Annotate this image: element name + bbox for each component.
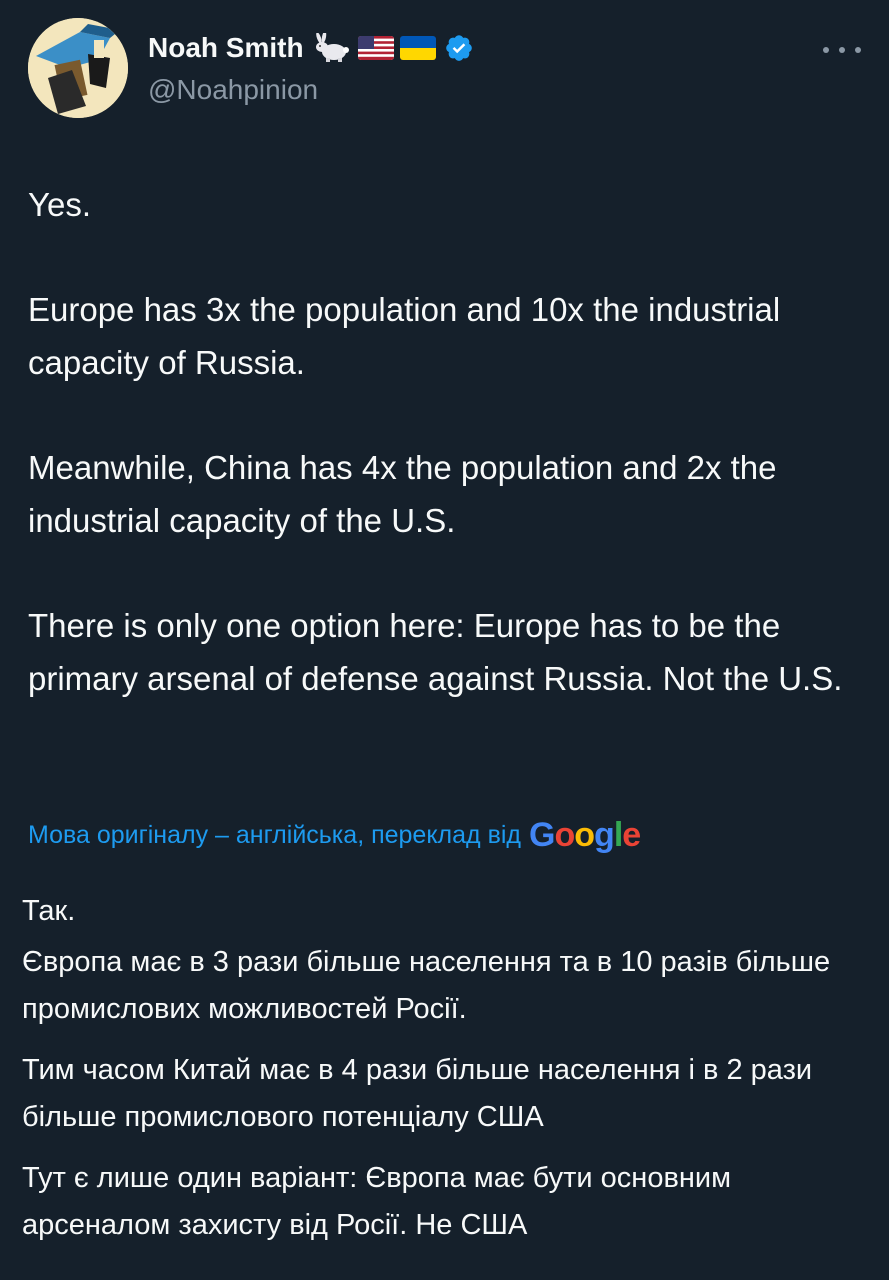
tweet-text: Yes. Europe has 3x the population and 10… xyxy=(28,178,863,757)
ukraine-flag-icon xyxy=(399,36,436,60)
author-handle[interactable]: @Noahpinion xyxy=(148,72,318,108)
author-display-name[interactable]: Noah Smith xyxy=(148,30,304,66)
tweet-header: Noah Smith @Noahpinion xyxy=(28,18,861,118)
translated-text: Так. Європа має в 3 рази більше населенн… xyxy=(22,888,867,1263)
tweet-paragraph: Yes. xyxy=(28,186,92,223)
author-name-row: Noah Smith xyxy=(148,30,474,66)
translation-attribution[interactable]: Мова оригіналу – англійська, переклад ві… xyxy=(28,812,641,858)
translated-paragraph: Європа має в 3 рази більше населення та … xyxy=(22,946,831,1025)
google-logo-letter: l xyxy=(613,816,624,854)
author-avatar[interactable] xyxy=(28,18,128,118)
translation-label: Мова оригіналу – англійська, переклад ві… xyxy=(28,821,522,849)
rabbit-emoji-icon xyxy=(312,31,352,63)
tweet-paragraph: Meanwhile, China has 4x the population a… xyxy=(28,449,777,539)
more-options-icon[interactable] xyxy=(823,44,861,56)
google-logo-icon: Google xyxy=(529,812,641,858)
google-logo-letter: G xyxy=(529,816,555,854)
google-logo-letter: o xyxy=(574,816,595,854)
verified-badge-icon xyxy=(445,35,472,61)
translated-paragraph: Так. xyxy=(22,895,76,927)
google-logo-letter: g xyxy=(594,816,615,854)
dot xyxy=(855,47,861,53)
dot xyxy=(839,47,845,53)
translated-paragraph: Тим часом Китай має в 4 рази більше насе… xyxy=(22,1054,813,1133)
google-logo-letter: o xyxy=(554,816,575,854)
us-flag-icon xyxy=(357,36,394,60)
google-logo-letter: e xyxy=(622,816,641,854)
tweet-paragraph: There is only one option here: Europe ha… xyxy=(28,607,843,697)
tweet-paragraph: Europe has 3x the population and 10x the… xyxy=(28,291,781,381)
dot xyxy=(823,47,829,53)
translated-paragraph: Тут є лише один варіант: Європа має бути… xyxy=(22,1162,732,1241)
